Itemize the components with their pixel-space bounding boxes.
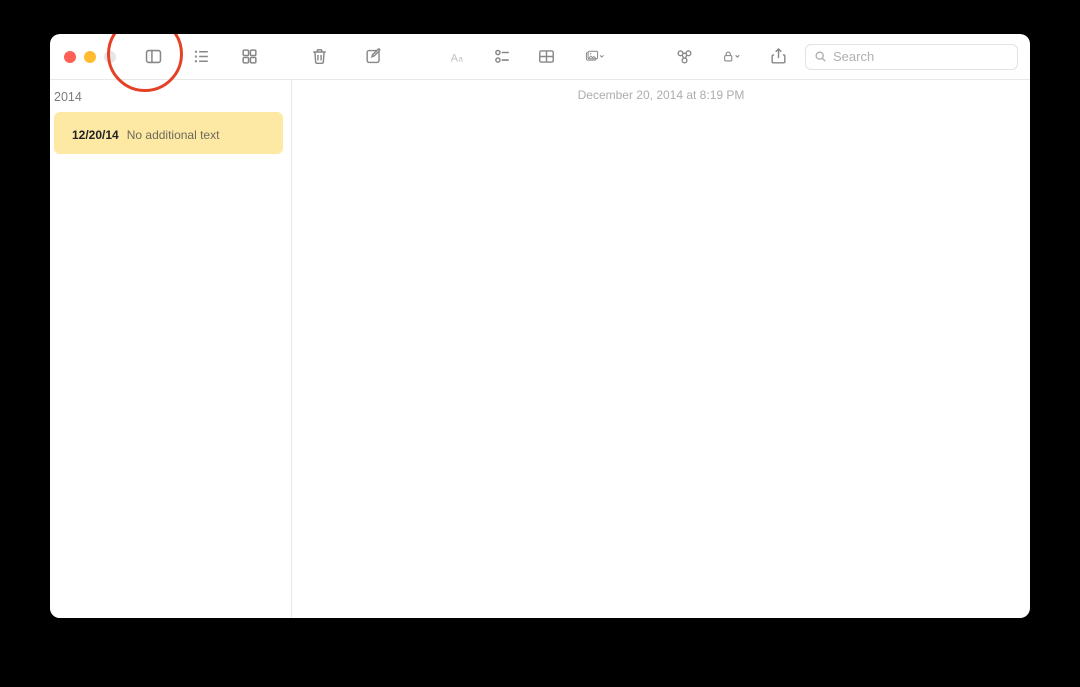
app-window: A a — [50, 34, 1030, 618]
table-button[interactable] — [530, 43, 564, 71]
search-field[interactable] — [805, 44, 1018, 70]
gallery-view-button[interactable] — [232, 43, 266, 71]
new-note-button[interactable] — [356, 43, 390, 71]
format-text-button[interactable]: A a — [442, 43, 476, 71]
delete-note-button[interactable] — [302, 43, 336, 71]
close-window-button[interactable] — [64, 51, 76, 63]
note-list-item[interactable]: 12/20/14 No additional text — [54, 112, 283, 154]
minimize-window-button[interactable] — [84, 51, 96, 63]
main-body: 2014 12/20/14 No additional text Decembe… — [50, 80, 1030, 618]
note-preview: No additional text — [127, 128, 220, 142]
editor-pane[interactable]: December 20, 2014 at 8:19 PM — [292, 80, 1030, 618]
note-date: 12/20/14 — [72, 128, 119, 142]
checklist-button[interactable] — [486, 43, 520, 71]
svg-text:a: a — [459, 54, 464, 63]
svg-text:A: A — [451, 52, 459, 64]
link-note-button[interactable] — [667, 43, 701, 71]
notes-list-pane: 2014 12/20/14 No additional text — [50, 80, 292, 618]
note-meta: 12/20/14 No additional text — [72, 128, 271, 142]
toolbar-right-group — [667, 43, 1018, 71]
maximize-window-button[interactable] — [104, 51, 116, 63]
window-controls — [64, 51, 116, 63]
lock-note-button[interactable] — [711, 43, 751, 71]
search-icon — [814, 50, 827, 63]
share-button[interactable] — [761, 43, 795, 71]
toolbar-format-group: A a — [442, 43, 616, 71]
media-button[interactable] — [574, 43, 616, 71]
search-input[interactable] — [833, 49, 1009, 64]
list-section-header: 2014 — [50, 84, 287, 112]
list-view-button[interactable] — [184, 43, 218, 71]
titlebar: A a — [50, 34, 1030, 80]
note-timestamp: December 20, 2014 at 8:19 PM — [292, 80, 1030, 110]
toolbar-left-group — [136, 43, 266, 71]
sidebar-toggle-button[interactable] — [136, 43, 170, 71]
